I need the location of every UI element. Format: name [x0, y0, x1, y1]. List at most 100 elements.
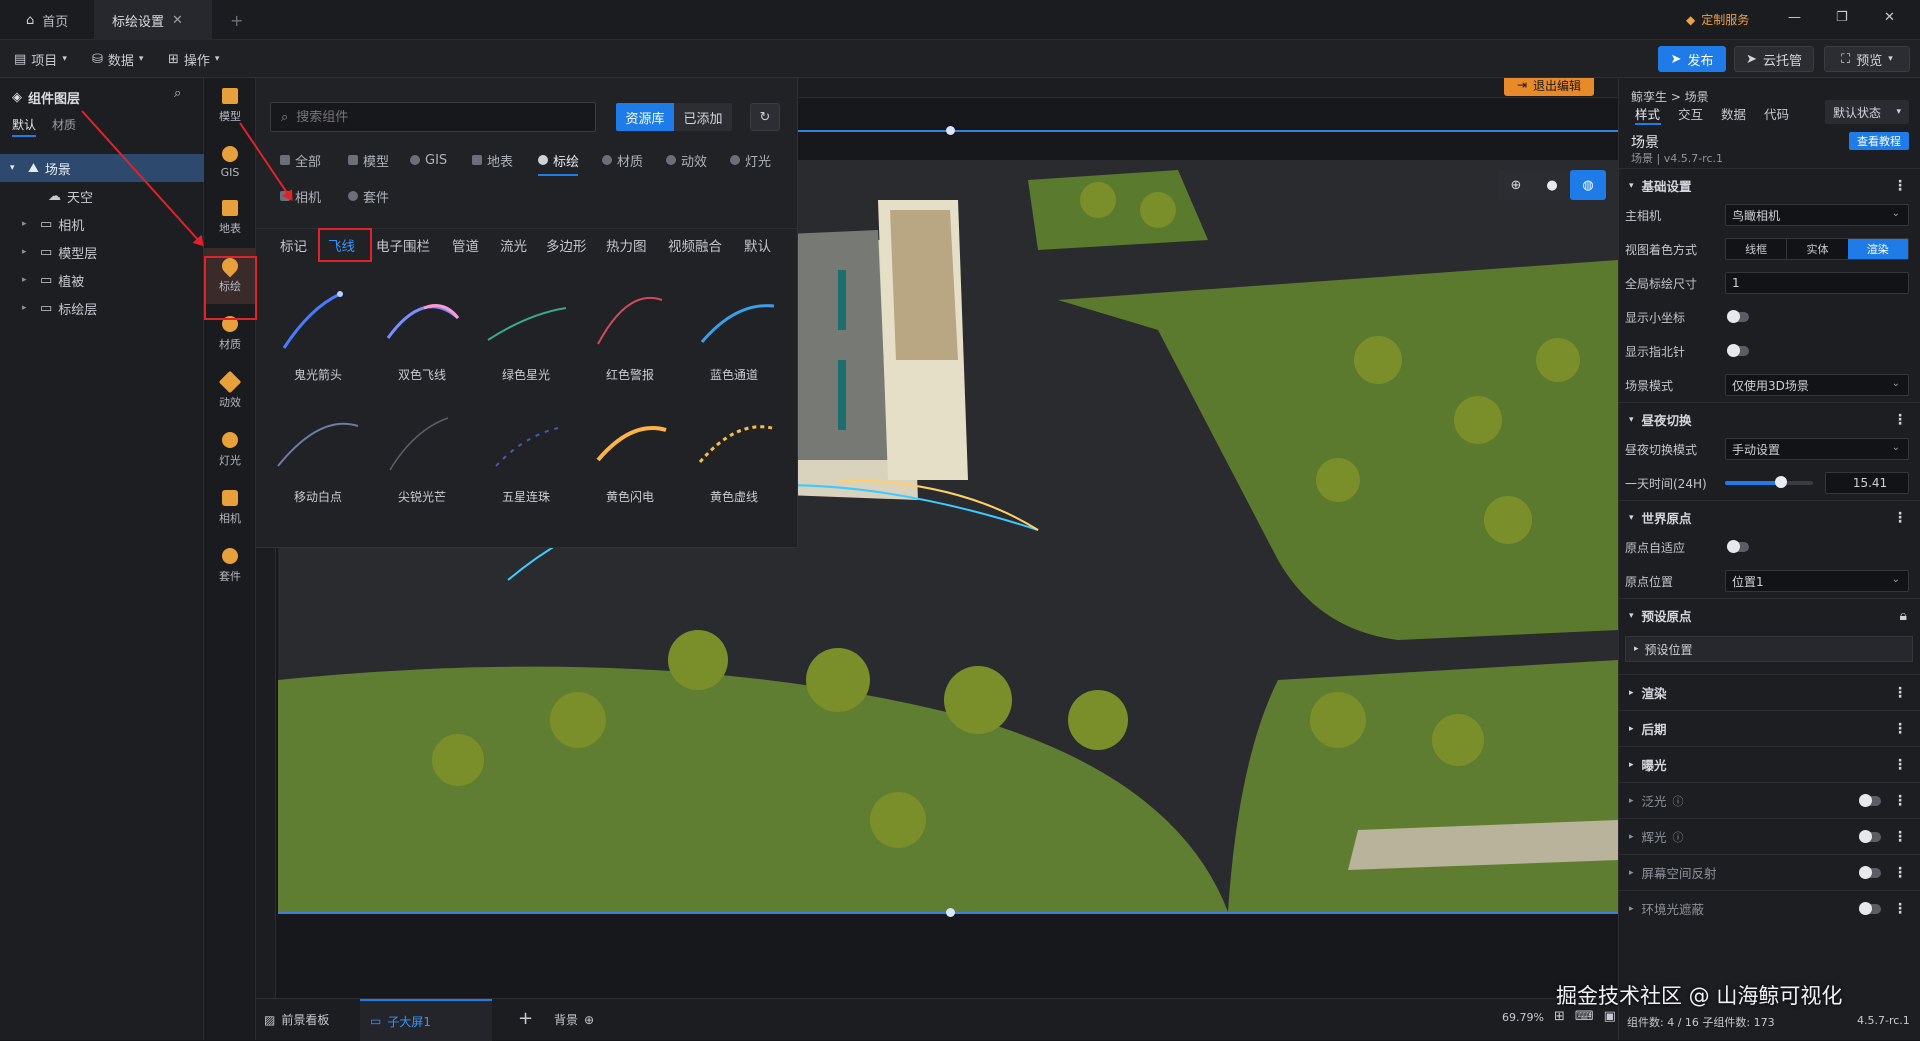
tree-item-scene[interactable]: ▾ ⛰ 场景 — [0, 154, 204, 182]
close-tab-icon[interactable]: ✕ — [172, 13, 183, 28]
more-icon[interactable]: ⋮ — [1893, 510, 1907, 526]
subtab-pipe[interactable]: 管道 — [452, 228, 479, 262]
add-screen-button[interactable]: + — [518, 1008, 533, 1029]
minimize-button[interactable]: — — [1788, 10, 1801, 25]
category-effect[interactable]: 动效 — [204, 364, 256, 420]
scene-mode-select[interactable]: 仅使用3D场景 ⌄ — [1725, 374, 1909, 396]
section-post[interactable]: ▸ 后期 ⋮ — [1619, 710, 1920, 746]
marker-size-input[interactable] — [1725, 272, 1909, 294]
tab-home[interactable]: ⌂ 首页 — [8, 0, 86, 40]
cloud-host-button[interactable]: ➤ 云托管 — [1734, 46, 1814, 72]
subtab-marker[interactable]: 标记 — [280, 228, 307, 262]
zoom-level[interactable]: 69.79% — [1502, 1011, 1544, 1024]
cat-terrain[interactable]: 地表 — [472, 145, 513, 175]
tab-material[interactable]: 材质 — [52, 116, 76, 133]
chevron-right-icon[interactable]: ▸ — [22, 303, 40, 313]
tab-code[interactable]: 代码 — [1764, 104, 1789, 123]
tree-item-model-layer[interactable]: ▸ ▭ 模型层 — [0, 238, 204, 266]
library-tab[interactable]: 资源库 — [616, 103, 674, 131]
chevron-right-icon[interactable]: ▸ — [22, 219, 40, 229]
section-daynight[interactable]: ▾ 昼夜切换 ⋮ — [1619, 402, 1920, 436]
time-slider-track[interactable] — [1725, 476, 1813, 488]
restore-button[interactable]: ❐ — [1836, 10, 1848, 25]
asset-card[interactable]: 蓝色通道 — [682, 278, 786, 400]
section-preset-origin[interactable]: ▾ 预设原点 🔒︎ — [1619, 598, 1920, 632]
fit-icon[interactable]: ⊞ — [1554, 1009, 1565, 1024]
category-light[interactable]: 灯光 — [204, 422, 256, 478]
more-icon[interactable]: ⋮ — [1893, 865, 1907, 881]
segment-solid[interactable]: 实体 — [1786, 239, 1848, 259]
help-icon[interactable]: ⓘ — [1673, 793, 1684, 809]
main-camera-select[interactable]: 鸟瞰相机 ⌄ — [1725, 204, 1909, 226]
menu-project[interactable]: ▤ 项目 ▾ — [14, 40, 67, 78]
preview-button[interactable]: ⛶ 预览 ▾ — [1824, 46, 1910, 72]
render-sphere-icon[interactable]: ◍ — [1570, 170, 1606, 200]
more-icon[interactable]: ⋮ — [1893, 901, 1907, 917]
more-icon[interactable]: ⋮ — [1893, 793, 1907, 809]
toggle-row-ssr[interactable]: ▸ 屏幕空间反射 ⋮ — [1619, 854, 1920, 890]
lock-icon[interactable]: 🔒︎ — [1900, 608, 1907, 624]
more-icon[interactable]: ⋮ — [1893, 685, 1907, 701]
more-icon[interactable]: ⋮ — [1893, 829, 1907, 845]
ssr-toggle[interactable] — [1859, 865, 1881, 879]
section-world-origin[interactable]: ▾ 世界原点 ⋮ — [1619, 500, 1920, 534]
segment-wireframe[interactable]: 线框 — [1726, 239, 1787, 259]
ao-toggle[interactable] — [1859, 901, 1881, 915]
solid-sphere-icon[interactable]: ● — [1534, 170, 1570, 200]
cat-kit[interactable]: 套件 — [348, 181, 389, 211]
cat-gis[interactable]: GIS — [410, 145, 447, 175]
view-tutorial-button[interactable]: 查看教程 — [1849, 132, 1909, 150]
help-icon[interactable]: ⓘ — [1673, 829, 1684, 845]
search-input[interactable] — [296, 109, 577, 125]
asset-card[interactable]: 红色警报 — [578, 278, 682, 400]
preset-position-row[interactable]: ▸ 预设位置 — [1625, 636, 1913, 662]
keyboard-icon[interactable]: ⌨ — [1575, 1009, 1594, 1024]
publish-button[interactable]: ➤ 发布 — [1658, 46, 1726, 72]
more-icon[interactable]: ⋮ — [1893, 757, 1907, 773]
menu-operation[interactable]: ⊞ 操作 ▾ — [168, 40, 219, 78]
section-render[interactable]: ▸ 渲染 ⋮ — [1619, 674, 1920, 710]
globe-icon[interactable]: ⊕ — [1498, 170, 1534, 200]
asset-card[interactable]: 移动白点 — [266, 400, 370, 522]
exit-edit-button[interactable]: ⇥ 退出编辑 — [1504, 78, 1594, 96]
tab-style[interactable]: 样式 — [1635, 104, 1660, 123]
refresh-button[interactable]: ↻ — [750, 103, 780, 131]
resize-handle-top[interactable] — [946, 126, 955, 135]
asset-card[interactable]: 黄色虚线 — [682, 400, 786, 522]
chevron-right-icon[interactable]: ▸ — [22, 247, 40, 257]
add-circle-icon[interactable]: ⊕ — [584, 1013, 594, 1027]
cat-model[interactable]: 模型 — [348, 145, 389, 175]
asset-card[interactable]: 绿色星光 — [474, 278, 578, 400]
cat-marker[interactable]: 标绘 — [538, 145, 579, 175]
origin-auto-toggle[interactable] — [1727, 540, 1749, 553]
tree-item-sky[interactable]: ☁ 天空 — [0, 182, 204, 210]
category-gis[interactable]: GIS — [204, 134, 256, 190]
time-slider-knob[interactable] — [1775, 476, 1788, 488]
more-icon[interactable]: ⋮ — [1893, 412, 1907, 428]
close-window-button[interactable]: ✕ — [1884, 10, 1895, 25]
tree-item-marker-layer[interactable]: ▸ ▭ 标绘层 — [0, 294, 204, 322]
tab-data[interactable]: 数据 — [1721, 104, 1746, 123]
toggle-row-bloom[interactable]: ▸ 泛光 ⓘ ⋮ — [1619, 782, 1920, 818]
chevron-right-icon[interactable]: ▸ — [22, 275, 40, 285]
asset-card[interactable]: 尖锐光芒 — [370, 400, 474, 522]
more-icon[interactable]: ⋮ — [1893, 178, 1907, 194]
cat-all[interactable]: 全部 — [280, 145, 321, 175]
category-camera[interactable]: 相机 — [204, 480, 256, 536]
menu-data[interactable]: ⛁ 数据 ▾ — [92, 40, 143, 78]
subtab-heatmap[interactable]: 热力图 — [606, 228, 647, 262]
tab-foreground-board[interactable]: ▨ 前景看板 — [264, 1011, 329, 1028]
show-compass-toggle[interactable] — [1727, 344, 1749, 357]
tab-marker-settings[interactable]: 标绘设置 ✕ — [94, 0, 212, 40]
component-search[interactable]: ⌕ — [270, 102, 596, 132]
search-icon[interactable]: ⌕ — [174, 86, 181, 101]
category-model[interactable]: 模型 — [204, 78, 256, 134]
glow-toggle[interactable] — [1859, 829, 1881, 843]
toggle-row-glow[interactable]: ▸ 辉光 ⓘ ⋮ — [1619, 818, 1920, 854]
category-kit[interactable]: 套件 — [204, 538, 256, 594]
tab-background[interactable]: 背景 ⊕ — [554, 1011, 594, 1028]
section-exposure[interactable]: ▸ 曝光 ⋮ — [1619, 746, 1920, 782]
state-select[interactable]: 默认状态 ▾ — [1825, 100, 1909, 124]
show-coords-toggle[interactable] — [1727, 310, 1749, 323]
asset-card[interactable]: 双色飞线 — [370, 278, 474, 400]
